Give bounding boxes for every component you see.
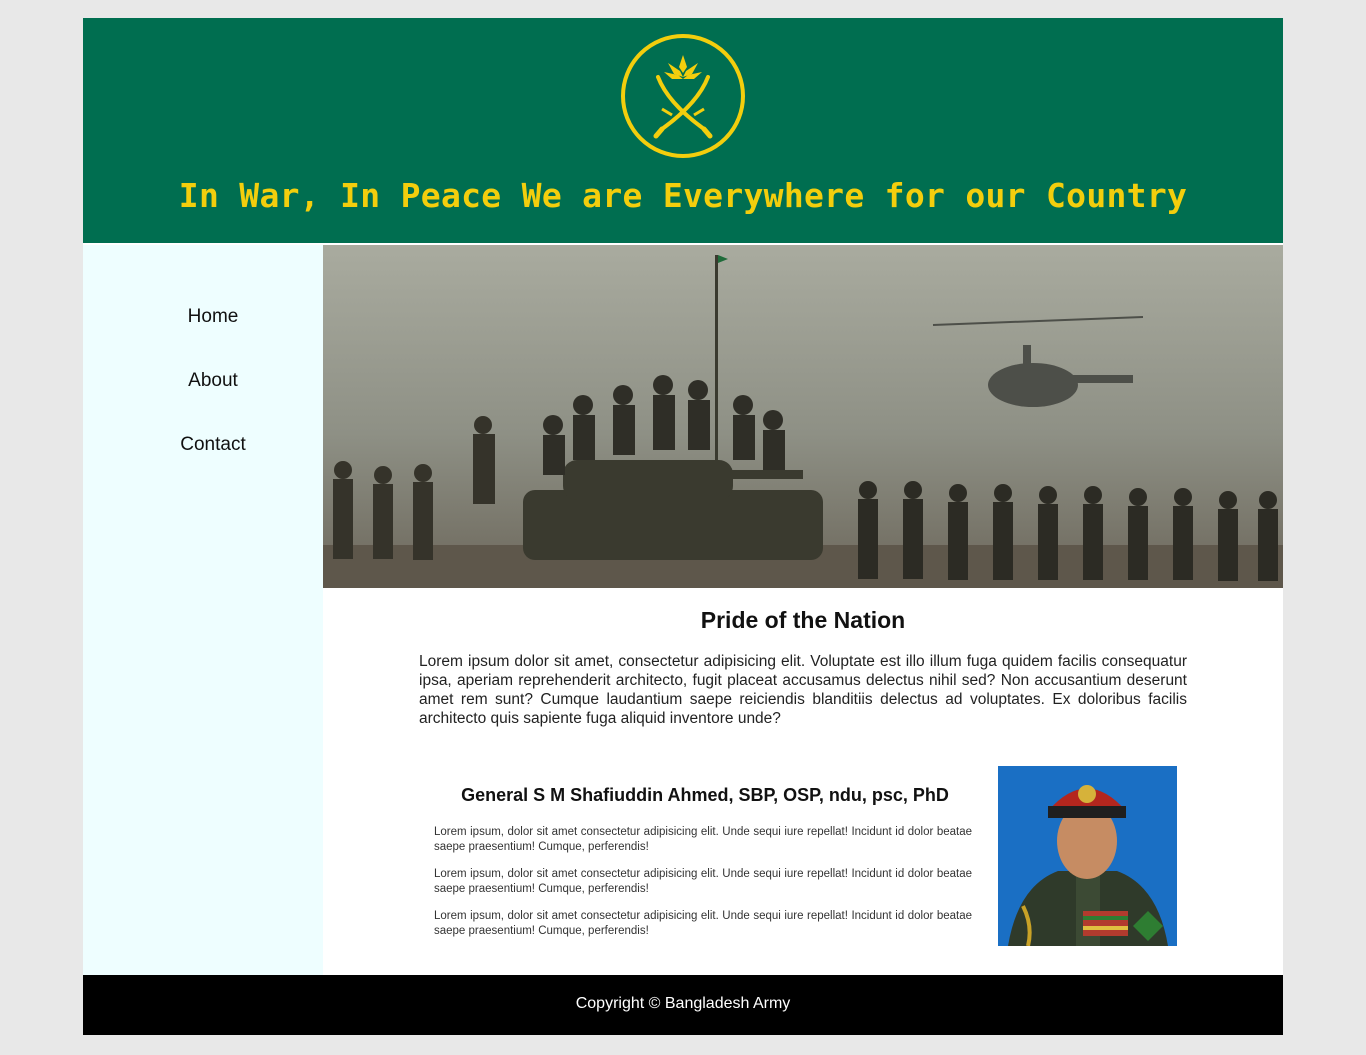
nav-link-contact[interactable]: Contact xyxy=(83,434,343,456)
main-area: Home About Contact Pride of the Nation L… xyxy=(83,245,1283,975)
intro-paragraph: Lorem ipsum dolor sit amet, consectetur … xyxy=(419,653,1187,727)
section-title: Pride of the Nation xyxy=(700,607,906,633)
chief-name: General S M Shafiuddin Ahmed, SBP, OSP, … xyxy=(461,785,949,805)
sidebar-nav: Home About Contact xyxy=(83,245,323,975)
site-footer: Copyright © Bangladesh Army xyxy=(83,975,1283,1035)
nav-link-about[interactable]: About xyxy=(83,370,343,392)
chief-bio-paragraph: Lorem ipsum, dolor sit amet consectetur … xyxy=(434,868,972,895)
site-tagline: In War, In Peace We are Everywhere for o… xyxy=(178,176,1188,215)
site-header: In War, In Peace We are Everywhere for o… xyxy=(83,18,1283,243)
chief-portrait xyxy=(998,766,1177,946)
content-section: Pride of the Nation Lorem ipsum dolor si… xyxy=(323,588,1283,975)
chief-bio-paragraph: Lorem ipsum, dolor sit amet consectetur … xyxy=(434,826,972,853)
hero-image xyxy=(323,245,1283,588)
chief-bio-paragraph: Lorem ipsum, dolor sit amet consectetur … xyxy=(434,910,972,937)
page: In War, In Peace We are Everywhere for o… xyxy=(83,18,1283,1035)
army-emblem-icon xyxy=(621,34,745,158)
nav-link-home[interactable]: Home xyxy=(83,306,343,328)
copyright-text: Copyright © Bangladesh Army xyxy=(575,995,791,1012)
